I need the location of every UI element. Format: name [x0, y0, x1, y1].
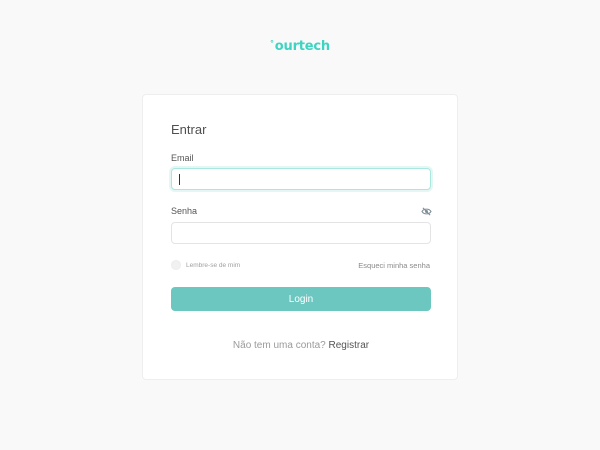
- signup-row: Não tem uma conta? Registrar: [143, 340, 459, 351]
- forgot-password-link[interactable]: Esqueci minha senha: [358, 261, 430, 270]
- text-cursor: [179, 174, 180, 185]
- logo-text: ourtech: [274, 39, 330, 54]
- form-title: Entrar: [171, 122, 207, 137]
- eye-off-icon[interactable]: [421, 207, 432, 216]
- email-label: Email: [171, 153, 194, 163]
- email-field[interactable]: [171, 168, 431, 190]
- password-label: Senha: [171, 206, 198, 216]
- brand-logo: °ourtech: [0, 39, 600, 54]
- remember-checkbox[interactable]: [171, 260, 181, 270]
- login-card: Entrar Email Senha Lembre-se de mim Esqu…: [142, 94, 458, 380]
- login-button[interactable]: Login: [171, 287, 431, 311]
- remember-label: Lembre-se de mim: [186, 261, 241, 269]
- password-field[interactable]: [171, 222, 431, 244]
- signup-prompt: Não tem uma conta?: [232, 340, 326, 351]
- logo-mark: °: [269, 39, 274, 48]
- login-page: °ourtech Entrar Email Senha Lembre-se de…: [0, 0, 600, 450]
- register-link[interactable]: Registrar: [329, 340, 370, 351]
- remember-me[interactable]: Lembre-se de mim: [171, 260, 240, 270]
